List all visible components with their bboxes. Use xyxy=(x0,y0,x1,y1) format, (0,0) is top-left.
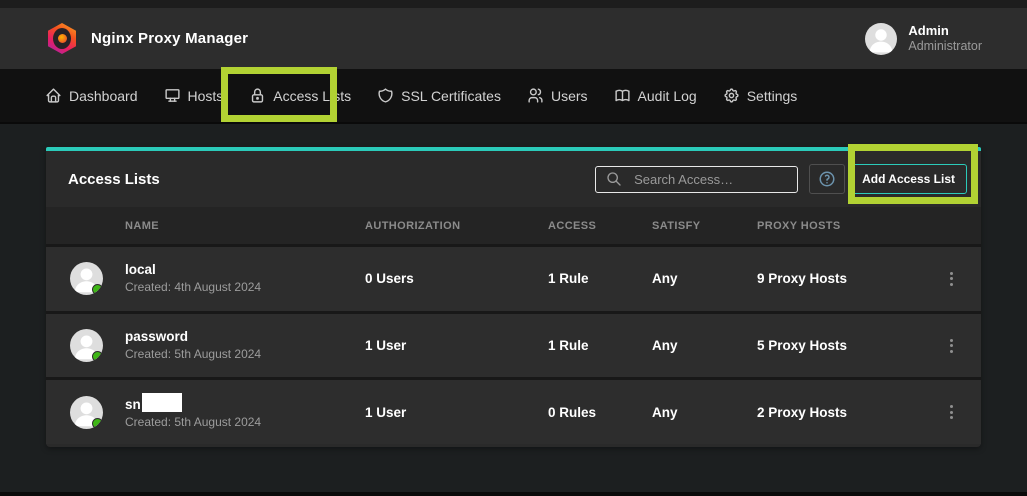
users-icon xyxy=(527,87,544,104)
proxy-hosts-value: 2 Proxy Hosts xyxy=(757,405,931,420)
access-lists-card: Access Lists Add Access List NAME AUTHOR… xyxy=(46,147,981,447)
satisfy-value: Any xyxy=(652,405,757,420)
table-row[interactable]: local Created: 4th August 2024 0 Users 1… xyxy=(46,244,981,311)
redaction-box xyxy=(142,393,182,412)
access-value: 1 Rule xyxy=(548,338,652,353)
column-header-authorization: AUTHORIZATION xyxy=(365,220,548,232)
column-header-access: ACCESS xyxy=(548,220,652,232)
column-header-name: NAME xyxy=(46,220,365,232)
brand[interactable]: Nginx Proxy Manager xyxy=(48,23,248,54)
help-circle-icon xyxy=(818,170,836,188)
main-content: Access Lists Add Access List NAME AUTHOR… xyxy=(0,124,1027,492)
nav-item-audit-log[interactable]: Audit Log xyxy=(614,87,697,104)
authorization-value: 1 User xyxy=(365,338,548,353)
user-menu[interactable]: Admin Administrator xyxy=(865,23,982,55)
table-row[interactable]: sn Created: 5th August 2024 1 User 0 Rul… xyxy=(46,377,981,444)
user-name: Admin xyxy=(908,23,982,39)
nav-label: Audit Log xyxy=(638,88,697,104)
user-role: Administrator xyxy=(908,39,982,55)
avatar xyxy=(70,396,103,429)
column-header-satisfy: SATISFY xyxy=(652,220,757,232)
book-icon xyxy=(614,87,631,104)
nav-label: SSL Certificates xyxy=(401,88,501,104)
nav-label: Users xyxy=(551,88,588,104)
row-actions-menu[interactable] xyxy=(944,399,959,425)
nav-label: Dashboard xyxy=(69,88,138,104)
avatar xyxy=(70,329,103,362)
created-date: Created: 4th August 2024 xyxy=(125,279,261,296)
nav-label: Hosts xyxy=(188,88,224,104)
nav-label: Settings xyxy=(747,88,798,104)
window-top-strip xyxy=(0,0,1027,8)
help-button[interactable] xyxy=(809,164,845,194)
created-date: Created: 5th August 2024 xyxy=(125,414,261,431)
satisfy-value: Any xyxy=(652,271,757,286)
row-actions-menu[interactable] xyxy=(944,266,959,292)
search-input[interactable] xyxy=(595,166,798,193)
table-row[interactable]: password Created: 5th August 2024 1 User… xyxy=(46,311,981,378)
app-header: Nginx Proxy Manager Admin Administrator xyxy=(0,8,1027,69)
online-status-dot xyxy=(92,351,103,362)
nav-item-dashboard[interactable]: Dashboard xyxy=(45,87,138,104)
created-date: Created: 5th August 2024 xyxy=(125,346,261,363)
nav-item-users[interactable]: Users xyxy=(527,87,588,104)
row-actions-menu[interactable] xyxy=(944,333,959,359)
authorization-value: 0 Users xyxy=(365,271,548,286)
access-value: 1 Rule xyxy=(548,271,652,286)
proxy-hosts-value: 5 Proxy Hosts xyxy=(757,338,931,353)
table-header: NAME AUTHORIZATION ACCESS SATISFY PROXY … xyxy=(46,207,981,244)
person-icon xyxy=(865,23,897,55)
access-list-name: sn xyxy=(125,393,261,414)
table-body: local Created: 4th August 2024 0 Users 1… xyxy=(46,244,981,444)
access-list-name: password xyxy=(125,328,261,346)
page-title: Access Lists xyxy=(68,171,160,188)
nav-item-settings[interactable]: Settings xyxy=(723,87,798,104)
authorization-value: 1 User xyxy=(365,405,548,420)
home-icon xyxy=(45,87,62,104)
nav-item-ssl-certificates[interactable]: SSL Certificates xyxy=(377,87,501,104)
user-avatar xyxy=(865,23,897,55)
monitor-icon xyxy=(164,87,181,104)
proxy-hosts-value: 9 Proxy Hosts xyxy=(757,271,931,286)
nav-label: Access Lists xyxy=(273,88,351,104)
column-header-proxy-hosts: PROXY HOSTS xyxy=(757,220,931,232)
nginx-proxy-manager-logo-icon xyxy=(48,23,76,54)
nav-item-access-lists[interactable]: Access Lists xyxy=(249,87,351,104)
avatar xyxy=(70,262,103,295)
window-bottom-strip xyxy=(0,492,1027,496)
online-status-dot xyxy=(92,418,103,429)
nav-item-hosts[interactable]: Hosts xyxy=(164,87,224,104)
main-nav: Dashboard Hosts Access Lists SSL Certifi… xyxy=(0,69,1027,124)
add-access-list-button[interactable]: Add Access List xyxy=(850,164,967,194)
card-header: Access Lists Add Access List xyxy=(46,151,981,207)
access-list-name: local xyxy=(125,261,261,279)
app-title: Nginx Proxy Manager xyxy=(91,30,248,47)
lock-icon xyxy=(249,87,266,104)
shield-icon xyxy=(377,87,394,104)
search-icon xyxy=(606,171,622,187)
gear-icon xyxy=(723,87,740,104)
access-value: 0 Rules xyxy=(548,405,652,420)
satisfy-value: Any xyxy=(652,338,757,353)
